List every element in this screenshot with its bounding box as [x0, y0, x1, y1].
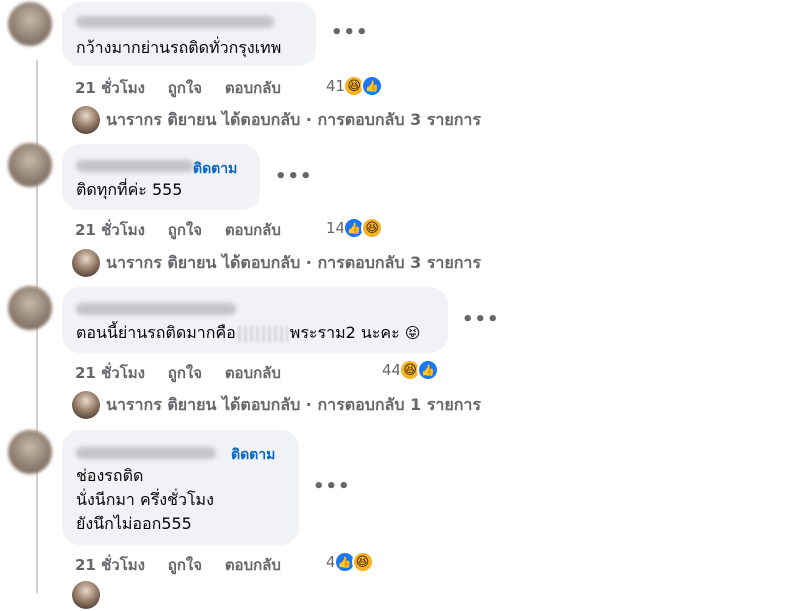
comment-actions: 21 ชั่วโมง ถูกใจ ตอบกลับ: [75, 361, 299, 385]
commenter-avatar[interactable]: [8, 2, 52, 46]
comment-text: ตอนนี้ย่านรถติดมากคือ พระราม2 นะคะ 😝: [76, 321, 420, 345]
squint-tongue-emoji: 😝: [404, 324, 421, 342]
reply-button[interactable]: ตอบกลับ: [225, 218, 281, 242]
reply-avatar: [72, 106, 100, 134]
more-options-icon[interactable]: •••: [462, 309, 500, 330]
timestamp[interactable]: 21 ชั่วโมง: [75, 218, 145, 242]
like-button[interactable]: ถูกใจ: [168, 361, 202, 385]
view-replies-link[interactable]: นารากร ติยายน ได้ตอบกลับ · การตอบกลับ 1 …: [72, 389, 481, 421]
reply-summary: นารากร ติยายน ได้ตอบกลับ · การตอบกลับ 3 …: [106, 252, 482, 272]
view-replies-link[interactable]: นารากร ติยายน ได้ตอบกลับ · การตอบกลับ 3 …: [72, 247, 481, 279]
commenter-avatar[interactable]: [8, 143, 52, 187]
commenter-avatar[interactable]: [8, 286, 52, 330]
reply-avatar: [72, 249, 100, 277]
reply-avatar: [72, 581, 100, 609]
comment-text-line: นั่งนีกมา ครึ่งชั่วโมง: [76, 490, 214, 509]
more-options-icon[interactable]: •••: [275, 166, 313, 187]
comment-text: ติดทุกที่ค่ะ 555: [76, 180, 183, 199]
like-button[interactable]: ถูกใจ: [168, 553, 202, 577]
follow-button[interactable]: ติดตาม: [193, 158, 237, 180]
laugh-reaction-icon: 😆: [351, 551, 374, 573]
timestamp[interactable]: 21 ชั่วโมง: [75, 361, 145, 385]
more-options-icon[interactable]: •••: [331, 22, 369, 43]
reply-button[interactable]: ตอบกลับ: [225, 361, 281, 385]
like-reaction-icon: 👍: [361, 75, 384, 97]
comment-text-line: ช่องรถติด: [76, 466, 144, 485]
view-replies-link[interactable]: นารากร ติยายน ได้ตอบกลับ · การตอบกลับ 3 …: [72, 104, 481, 136]
comment-bubble: ติดตาม ติดทุกที่ค่ะ 555: [62, 144, 260, 210]
comment-text: กว้างมากย่านรถติดทั่วกรุงเทพ: [76, 38, 282, 57]
comment-text-part-2: พระราม2 นะคะ: [289, 323, 400, 342]
comment-text-line: ยังนึกไม่ออก555: [76, 514, 192, 533]
comment-text-part-1: ตอนนี้ย่านรถติดมากคือ: [76, 323, 236, 342]
reply-button[interactable]: ตอบกลับ: [225, 553, 281, 577]
reply-button[interactable]: ตอบกลับ: [225, 76, 281, 100]
like-button[interactable]: ถูกใจ: [168, 76, 202, 100]
reaction-summary[interactable]: 41 😆 👍: [326, 75, 384, 97]
timestamp[interactable]: 21 ชั่วโมง: [75, 553, 145, 577]
commenter-name-blurred[interactable]: [76, 303, 236, 315]
view-replies-link[interactable]: [72, 579, 106, 611]
reaction-summary[interactable]: 14 👍 😆: [326, 217, 384, 239]
comment-bubble: ติดตาม ช่องรถติด นั่งนีกมา ครึ่งชั่วโมง …: [62, 430, 299, 545]
reaction-summary[interactable]: 44 😆 👍: [382, 359, 440, 381]
comment-actions: 21 ชั่วโมง ถูกใจ ตอบกลับ: [75, 553, 299, 577]
reply-summary: นารากร ติยายน ได้ตอบกลับ · การตอบกลับ 1 …: [106, 394, 482, 414]
follow-button[interactable]: ติดตาม: [231, 444, 275, 466]
laugh-reaction-icon: 😆: [361, 217, 384, 239]
comment-actions: 21 ชั่วโมง ถูกใจ ตอบกลับ: [75, 218, 299, 242]
inline-image-placeholder: [237, 325, 288, 342]
timestamp[interactable]: 21 ชั่วโมง: [75, 76, 145, 100]
commenter-name-blurred[interactable]: [76, 16, 274, 28]
like-button[interactable]: ถูกใจ: [168, 218, 202, 242]
reply-avatar: [72, 391, 100, 419]
reaction-summary[interactable]: 4 👍 😆: [326, 551, 374, 573]
more-options-icon[interactable]: •••: [313, 476, 351, 497]
commenter-name-blurred[interactable]: [76, 447, 216, 459]
commenter-avatar[interactable]: [8, 430, 52, 474]
comment-bubble: กว้างมากย่านรถติดทั่วกรุงเทพ: [62, 2, 316, 66]
comment-bubble: ตอนนี้ย่านรถติดมากคือ พระราม2 นะคะ 😝: [62, 287, 448, 353]
like-reaction-icon: 👍: [417, 359, 440, 381]
reply-summary: นารากร ติยายน ได้ตอบกลับ · การตอบกลับ 3 …: [106, 109, 482, 129]
commenter-name-blurred[interactable]: [76, 160, 194, 172]
comment-actions: 21 ชั่วโมง ถูกใจ ตอบกลับ: [75, 76, 299, 100]
